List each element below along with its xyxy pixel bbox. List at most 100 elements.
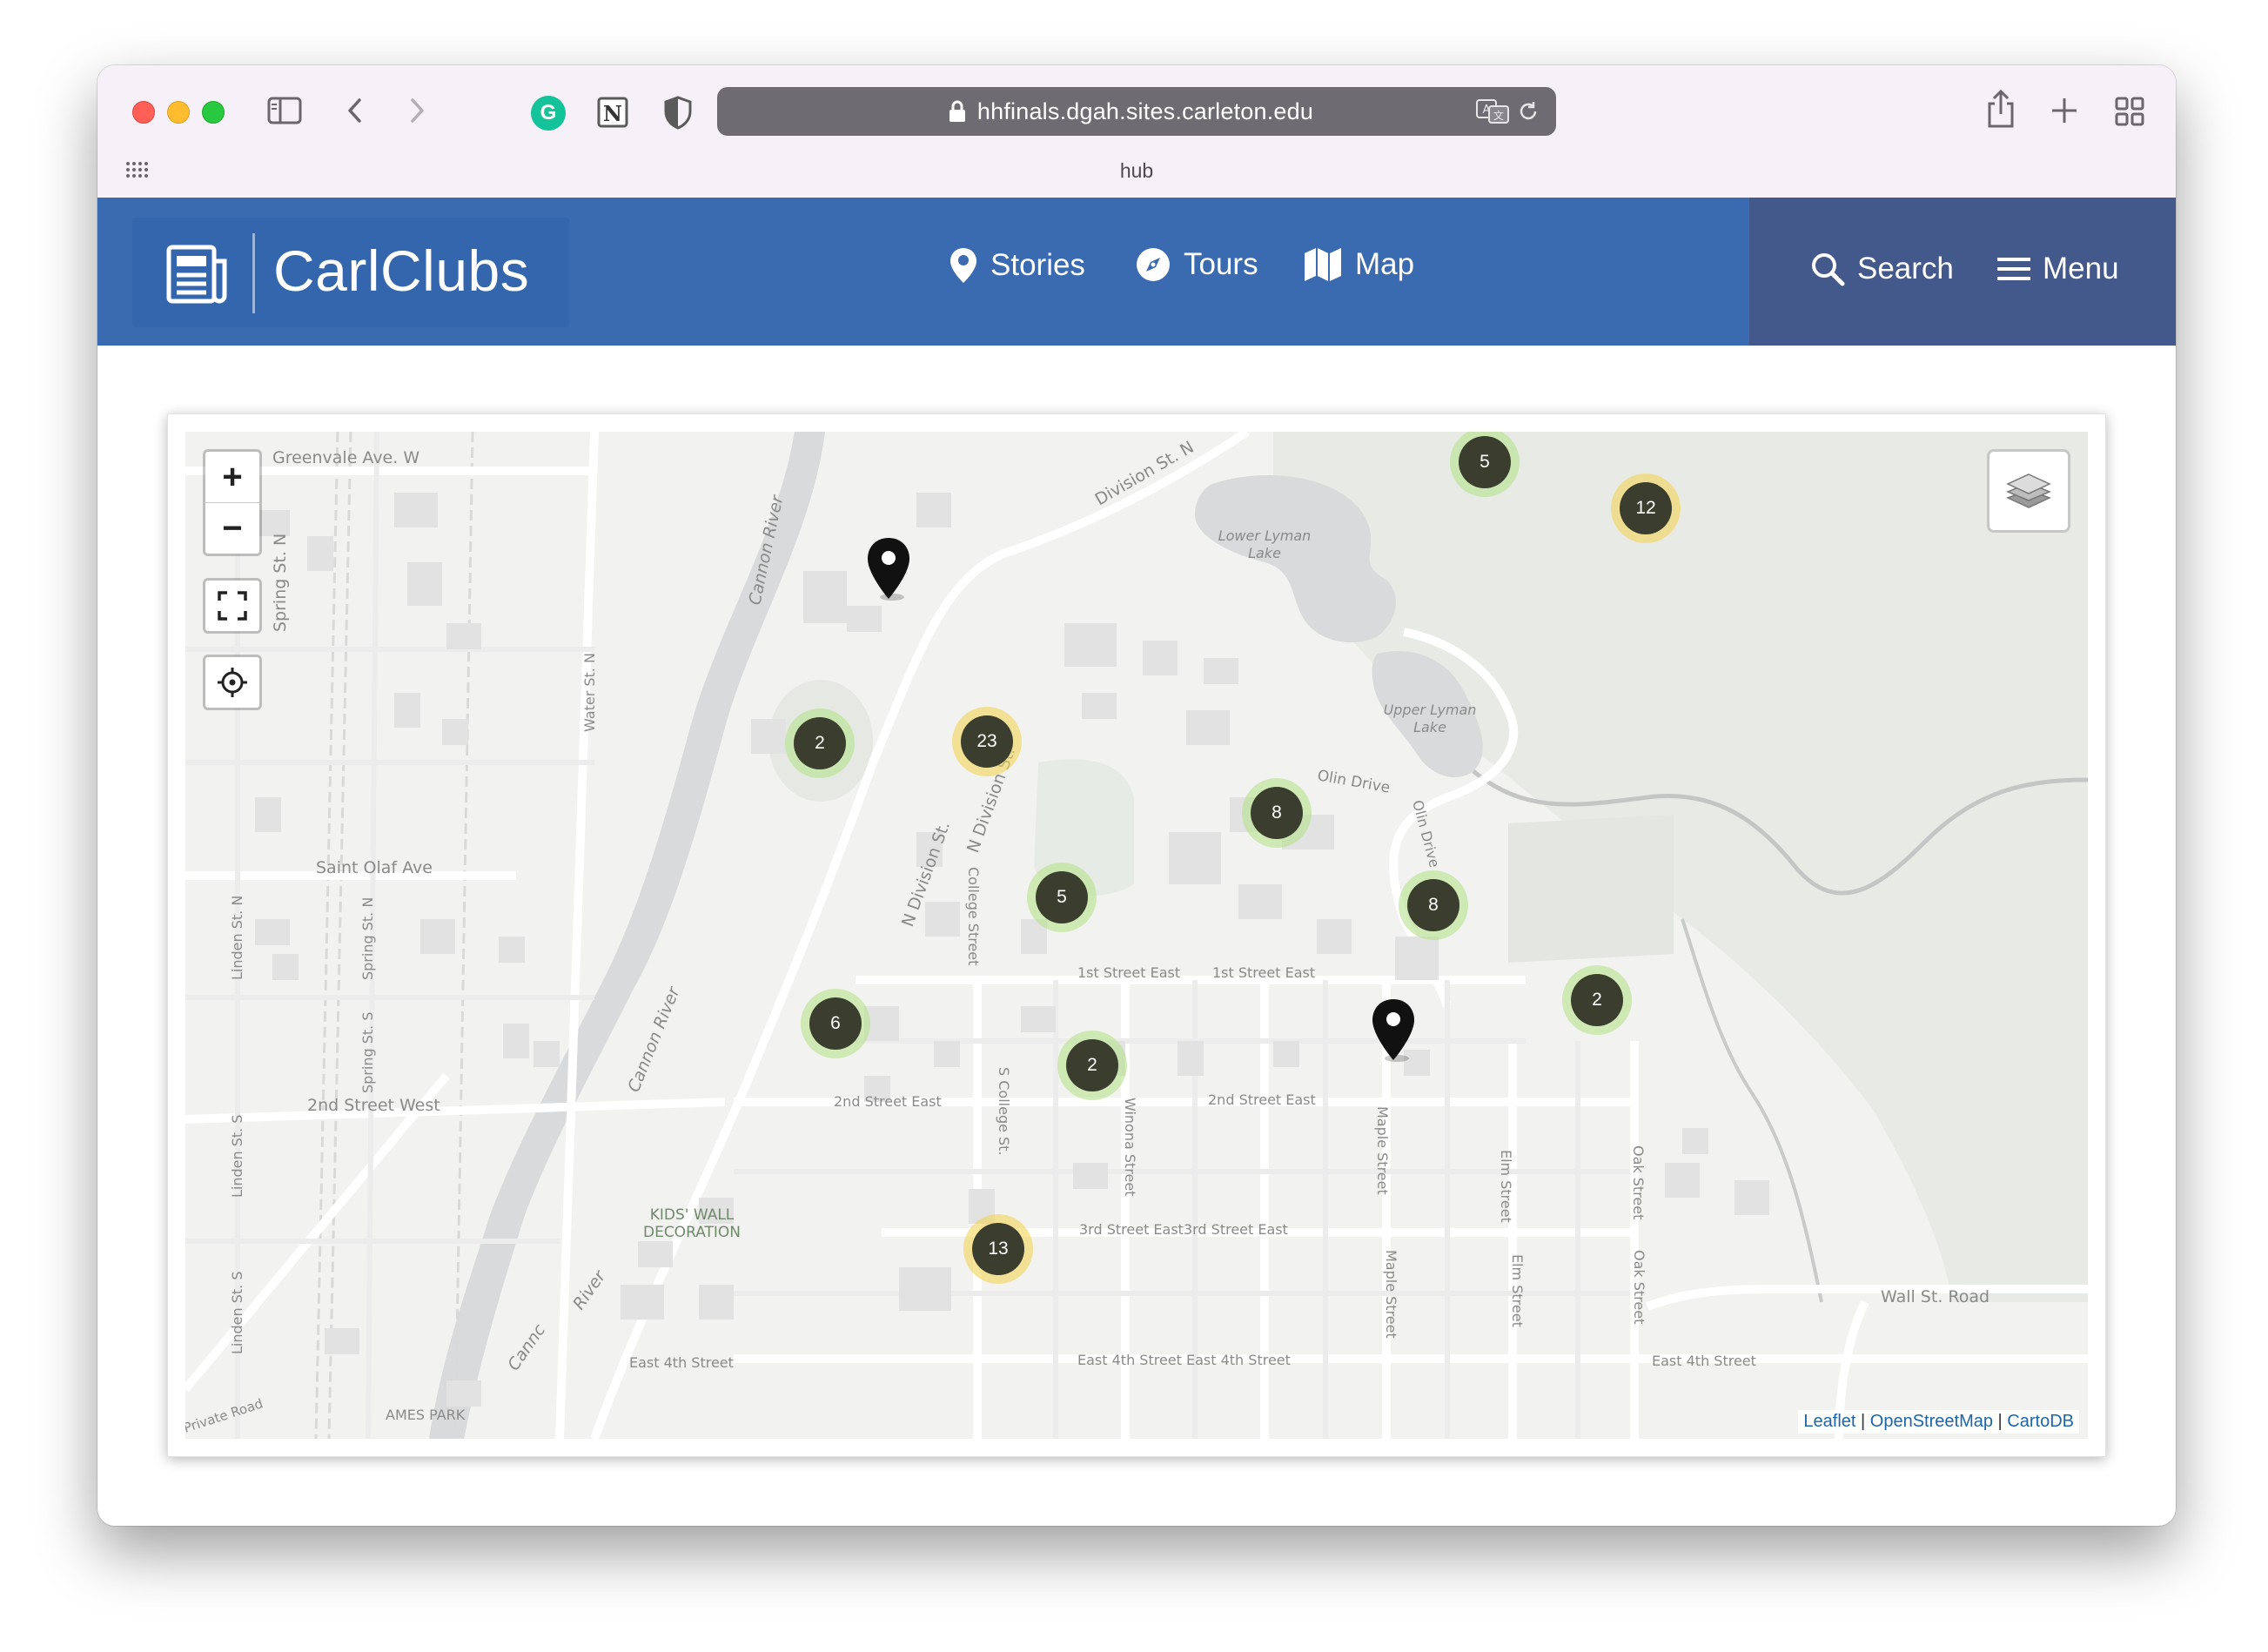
map-label: Cannon River	[624, 984, 684, 1095]
map-label: 2nd Street East	[1208, 1091, 1316, 1108]
notion-extension-icon[interactable]: N	[595, 95, 630, 130]
marker-cluster[interactable]: 2	[1562, 965, 1632, 1035]
search-label: Search	[1857, 252, 1954, 285]
map-label: East 4th Street	[629, 1354, 734, 1371]
map-label: Saint Olaf Ave	[316, 858, 433, 877]
fullscreen-button[interactable]	[205, 581, 259, 631]
nav-stories[interactable]: Stories	[949, 246, 1085, 285]
locate-me-button[interactable]	[205, 657, 259, 708]
map-label: 2nd Street West	[307, 1096, 440, 1115]
share-icon[interactable]	[1986, 90, 2016, 128]
crosshair-icon	[218, 668, 247, 697]
marker-cluster[interactable]: 2	[785, 708, 855, 778]
map-label: Spring St. N	[271, 534, 290, 632]
openstreetmap-link[interactable]: OpenStreetMap	[1870, 1412, 1993, 1431]
map-label: Winona Street	[1122, 1098, 1138, 1197]
new-tab-icon[interactable]	[2050, 97, 2078, 124]
marker-cluster[interactable]: 8	[1399, 870, 1468, 940]
header-actions: Search Menu	[1749, 198, 2176, 346]
zoom-out-button[interactable]: −	[205, 503, 259, 554]
layers-button[interactable]	[1987, 449, 2070, 533]
map-label: Olin Drive	[1409, 798, 1443, 870]
location-pin-icon[interactable]	[864, 536, 913, 602]
nav-tours[interactable]: Tours	[1135, 246, 1258, 283]
privacy-shield-icon[interactable]	[663, 95, 693, 130]
cluster-count: 2	[1066, 1039, 1118, 1091]
compass-icon	[1137, 248, 1170, 281]
leaflet-link[interactable]: Leaflet	[1803, 1412, 1855, 1431]
minimize-window-button[interactable]	[167, 101, 190, 124]
poi-label: KIDS' WALL DECORATION	[643, 1206, 741, 1241]
site-header: CarlClubs Stories Tours Map Search Menu	[97, 198, 2176, 346]
marker-cluster[interactable]: 23	[952, 707, 1022, 776]
search-button[interactable]: Search	[1810, 252, 1954, 286]
map-label: East 4th Street East 4th Street	[1077, 1352, 1291, 1368]
newspaper-icon	[166, 245, 227, 304]
map-label: 1st Street East	[1212, 964, 1315, 981]
nav-tours-label: Tours	[1184, 247, 1258, 281]
marker-cluster[interactable]: 12	[1611, 473, 1681, 543]
map-label: Linden St. S	[229, 1115, 245, 1198]
map-label: Oak Street	[1630, 1145, 1647, 1219]
grammarly-extension-icon[interactable]: G	[531, 96, 566, 131]
map-frame: Greenvale Ave. W Division St. N Cannon R…	[167, 413, 2106, 1457]
map-label: Upper Lyman	[1384, 702, 1477, 718]
cluster-count: 23	[961, 715, 1013, 768]
map-label: AMES PARK	[386, 1407, 466, 1423]
translate-icon[interactable]: A文	[1476, 99, 1509, 124]
close-window-button[interactable]	[132, 101, 155, 124]
zoom-in-button[interactable]: +	[205, 452, 259, 503]
sidebar-toggle-icon[interactable]	[267, 97, 302, 124]
svg-text:N: N	[603, 101, 622, 126]
cluster-count: 2	[794, 717, 846, 769]
address-bar[interactable]: hhfinals.dgah.sites.carleton.edu A文	[717, 87, 1556, 136]
map-label: 3rd Street East3rd Street East	[1079, 1221, 1288, 1238]
cluster-count: 5	[1459, 436, 1511, 488]
marker-cluster[interactable]: 2	[1057, 1031, 1127, 1100]
nav-stories-label: Stories	[990, 248, 1085, 282]
tab-overview-icon[interactable]	[2115, 97, 2144, 126]
locate-control	[203, 655, 262, 710]
map-label: Private Road	[185, 1395, 265, 1435]
cluster-count: 8	[1407, 879, 1459, 931]
nav-map[interactable]: Map	[1303, 246, 1414, 283]
forward-icon[interactable]	[406, 97, 427, 124]
fullscreen-icon	[218, 591, 247, 621]
site-logo[interactable]: CarlClubs	[132, 218, 569, 327]
map-label: Oak Street	[1631, 1250, 1647, 1324]
map-label: Water St. N	[581, 653, 598, 732]
tab-title[interactable]: hub	[97, 159, 2176, 183]
maximize-window-button[interactable]	[202, 101, 225, 124]
map-canvas[interactable]: Greenvale Ave. W Division St. N Cannon R…	[185, 432, 2088, 1439]
cluster-count: 5	[1036, 871, 1088, 923]
menu-button[interactable]: Menu	[1997, 252, 2119, 286]
cluster-count: 13	[972, 1223, 1024, 1275]
marker-cluster[interactable]: 6	[801, 989, 870, 1058]
map-label: 1st Street East	[1077, 964, 1180, 981]
reload-icon[interactable]	[1516, 99, 1540, 124]
svg-text:文: 文	[1493, 109, 1504, 122]
fullscreen-control	[203, 578, 262, 634]
cluster-count: 2	[1571, 974, 1623, 1026]
cluster-count: 8	[1251, 787, 1303, 839]
menu-label: Menu	[2043, 252, 2119, 285]
marker-cluster[interactable]: 13	[963, 1214, 1033, 1284]
layers-icon	[2006, 473, 2051, 508]
map-label: River	[569, 1266, 610, 1313]
marker-cluster[interactable]: 5	[1027, 863, 1097, 932]
marker-cluster[interactable]: 8	[1242, 778, 1312, 848]
back-icon[interactable]	[345, 97, 366, 124]
location-pin-icon[interactable]	[1369, 997, 1418, 1064]
map-label: 2nd Street East	[834, 1093, 942, 1110]
map-label: Spring St. S	[359, 1012, 376, 1093]
map-label: Linden St. N	[229, 896, 245, 980]
map-label: Maple Street	[1374, 1106, 1391, 1195]
map-label: Lake	[1413, 719, 1446, 735]
hamburger-menu-icon	[1997, 258, 2030, 280]
map-label: Elm Street	[1498, 1150, 1514, 1223]
cartodb-link[interactable]: CartoDB	[2007, 1412, 2074, 1431]
logo-text: CarlClubs	[273, 238, 530, 303]
map-label: Linden St. S	[229, 1272, 245, 1354]
nav-map-label: Map	[1355, 247, 1415, 281]
map-tiles[interactable]: Greenvale Ave. W Division St. N Cannon R…	[185, 432, 2088, 1439]
